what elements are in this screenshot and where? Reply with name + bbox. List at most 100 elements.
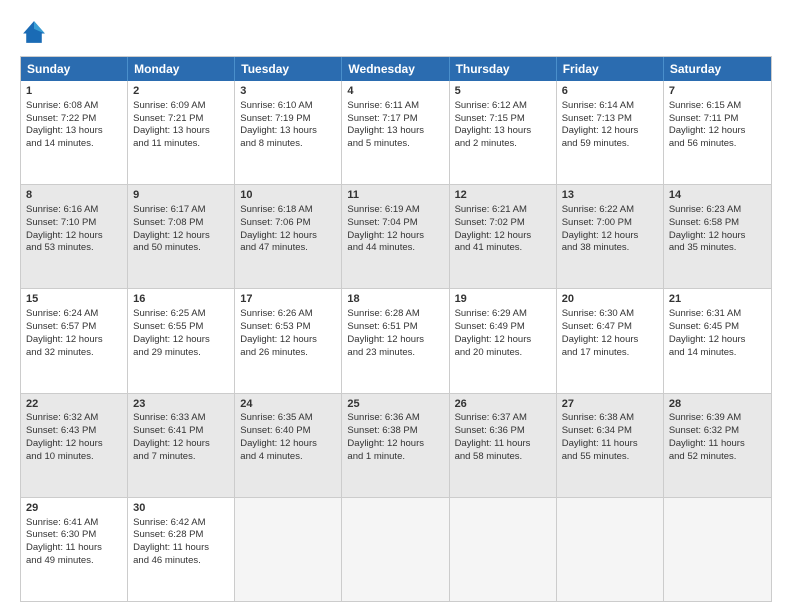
sunrise-text: Sunrise: 6:31 AM	[669, 308, 741, 319]
day-number: 16	[133, 292, 229, 307]
sunset-text: Sunset: 7:00 PM	[562, 217, 632, 228]
day-number: 5	[455, 84, 551, 99]
calendar-cell: 17Sunrise: 6:26 AMSunset: 6:53 PMDayligh…	[235, 289, 342, 392]
calendar-cell: 24Sunrise: 6:35 AMSunset: 6:40 PMDayligh…	[235, 394, 342, 497]
sunrise-text: Sunrise: 6:08 AM	[26, 100, 98, 111]
daylight-text: and 5 minutes.	[347, 138, 409, 149]
calendar-cell: 20Sunrise: 6:30 AMSunset: 6:47 PMDayligh…	[557, 289, 664, 392]
daylight-text: and 46 minutes.	[133, 555, 201, 566]
sunset-text: Sunset: 6:34 PM	[562, 425, 632, 436]
sunrise-text: Sunrise: 6:29 AM	[455, 308, 527, 319]
calendar-cell: 27Sunrise: 6:38 AMSunset: 6:34 PMDayligh…	[557, 394, 664, 497]
calendar-cell	[450, 498, 557, 601]
page: SundayMondayTuesdayWednesdayThursdayFrid…	[0, 0, 792, 612]
calendar-cell: 30Sunrise: 6:42 AMSunset: 6:28 PMDayligh…	[128, 498, 235, 601]
sunset-text: Sunset: 7:06 PM	[240, 217, 310, 228]
calendar-cell	[235, 498, 342, 601]
sunset-text: Sunset: 7:15 PM	[455, 113, 525, 124]
daylight-text: and 32 minutes.	[26, 347, 94, 358]
calendar-cell: 23Sunrise: 6:33 AMSunset: 6:41 PMDayligh…	[128, 394, 235, 497]
sunset-text: Sunset: 6:36 PM	[455, 425, 525, 436]
day-number: 21	[669, 292, 766, 307]
daylight-text: and 17 minutes.	[562, 347, 630, 358]
sunrise-text: Sunrise: 6:30 AM	[562, 308, 634, 319]
calendar-cell	[342, 498, 449, 601]
calendar-cell: 16Sunrise: 6:25 AMSunset: 6:55 PMDayligh…	[128, 289, 235, 392]
daylight-text: Daylight: 11 hours	[669, 438, 745, 449]
sunrise-text: Sunrise: 6:22 AM	[562, 204, 634, 215]
day-number: 27	[562, 397, 658, 412]
sunrise-text: Sunrise: 6:21 AM	[455, 204, 527, 215]
daylight-text: and 50 minutes.	[133, 242, 201, 253]
daylight-text: Daylight: 12 hours	[133, 438, 210, 449]
day-number: 18	[347, 292, 443, 307]
calendar-cell: 22Sunrise: 6:32 AMSunset: 6:43 PMDayligh…	[21, 394, 128, 497]
sunrise-text: Sunrise: 6:23 AM	[669, 204, 741, 215]
daylight-text: and 53 minutes.	[26, 242, 94, 253]
calendar-cell	[557, 498, 664, 601]
sunset-text: Sunset: 7:10 PM	[26, 217, 96, 228]
calendar-cell: 18Sunrise: 6:28 AMSunset: 6:51 PMDayligh…	[342, 289, 449, 392]
calendar-cell: 2Sunrise: 6:09 AMSunset: 7:21 PMDaylight…	[128, 81, 235, 184]
daylight-text: and 56 minutes.	[669, 138, 737, 149]
daylight-text: Daylight: 13 hours	[455, 125, 532, 136]
logo	[20, 18, 52, 46]
calendar: SundayMondayTuesdayWednesdayThursdayFrid…	[20, 56, 772, 602]
calendar-cell: 11Sunrise: 6:19 AMSunset: 7:04 PMDayligh…	[342, 185, 449, 288]
daylight-text: and 7 minutes.	[133, 451, 195, 462]
sunrise-text: Sunrise: 6:38 AM	[562, 412, 634, 423]
sunset-text: Sunset: 7:08 PM	[133, 217, 203, 228]
calendar-cell: 15Sunrise: 6:24 AMSunset: 6:57 PMDayligh…	[21, 289, 128, 392]
sunrise-text: Sunrise: 6:12 AM	[455, 100, 527, 111]
daylight-text: Daylight: 12 hours	[133, 230, 210, 241]
sunset-text: Sunset: 7:04 PM	[347, 217, 417, 228]
daylight-text: Daylight: 12 hours	[455, 334, 532, 345]
daylight-text: Daylight: 12 hours	[26, 230, 103, 241]
sunrise-text: Sunrise: 6:33 AM	[133, 412, 205, 423]
sunset-text: Sunset: 6:32 PM	[669, 425, 739, 436]
day-number: 26	[455, 397, 551, 412]
daylight-text: Daylight: 12 hours	[26, 334, 103, 345]
daylight-text: Daylight: 11 hours	[455, 438, 531, 449]
day-number: 30	[133, 501, 229, 516]
sunrise-text: Sunrise: 6:39 AM	[669, 412, 741, 423]
daylight-text: Daylight: 12 hours	[562, 230, 639, 241]
daylight-text: Daylight: 11 hours	[26, 542, 102, 553]
sunset-text: Sunset: 6:47 PM	[562, 321, 632, 332]
calendar-cell: 6Sunrise: 6:14 AMSunset: 7:13 PMDaylight…	[557, 81, 664, 184]
daylight-text: Daylight: 12 hours	[562, 125, 639, 136]
weekday-header: Thursday	[450, 57, 557, 81]
calendar-cell: 8Sunrise: 6:16 AMSunset: 7:10 PMDaylight…	[21, 185, 128, 288]
day-number: 19	[455, 292, 551, 307]
calendar-row: 1Sunrise: 6:08 AMSunset: 7:22 PMDaylight…	[21, 81, 771, 185]
calendar-row: 22Sunrise: 6:32 AMSunset: 6:43 PMDayligh…	[21, 394, 771, 498]
day-number: 25	[347, 397, 443, 412]
sunrise-text: Sunrise: 6:19 AM	[347, 204, 419, 215]
daylight-text: Daylight: 12 hours	[240, 438, 317, 449]
sunrise-text: Sunrise: 6:09 AM	[133, 100, 205, 111]
sunrise-text: Sunrise: 6:42 AM	[133, 517, 205, 528]
daylight-text: Daylight: 12 hours	[26, 438, 103, 449]
daylight-text: and 38 minutes.	[562, 242, 630, 253]
daylight-text: Daylight: 12 hours	[347, 334, 424, 345]
sunset-text: Sunset: 6:51 PM	[347, 321, 417, 332]
weekday-header: Monday	[128, 57, 235, 81]
day-number: 24	[240, 397, 336, 412]
daylight-text: and 29 minutes.	[133, 347, 201, 358]
daylight-text: and 41 minutes.	[455, 242, 523, 253]
calendar-cell: 28Sunrise: 6:39 AMSunset: 6:32 PMDayligh…	[664, 394, 771, 497]
daylight-text: Daylight: 12 hours	[133, 334, 210, 345]
calendar-cell: 4Sunrise: 6:11 AMSunset: 7:17 PMDaylight…	[342, 81, 449, 184]
sunset-text: Sunset: 6:40 PM	[240, 425, 310, 436]
sunrise-text: Sunrise: 6:10 AM	[240, 100, 312, 111]
sunrise-text: Sunrise: 6:14 AM	[562, 100, 634, 111]
daylight-text: and 11 minutes.	[133, 138, 200, 149]
daylight-text: and 44 minutes.	[347, 242, 415, 253]
sunset-text: Sunset: 6:30 PM	[26, 529, 96, 540]
day-number: 3	[240, 84, 336, 99]
day-number: 29	[26, 501, 122, 516]
sunrise-text: Sunrise: 6:36 AM	[347, 412, 419, 423]
sunset-text: Sunset: 6:28 PM	[133, 529, 203, 540]
sunrise-text: Sunrise: 6:37 AM	[455, 412, 527, 423]
daylight-text: Daylight: 12 hours	[455, 230, 532, 241]
